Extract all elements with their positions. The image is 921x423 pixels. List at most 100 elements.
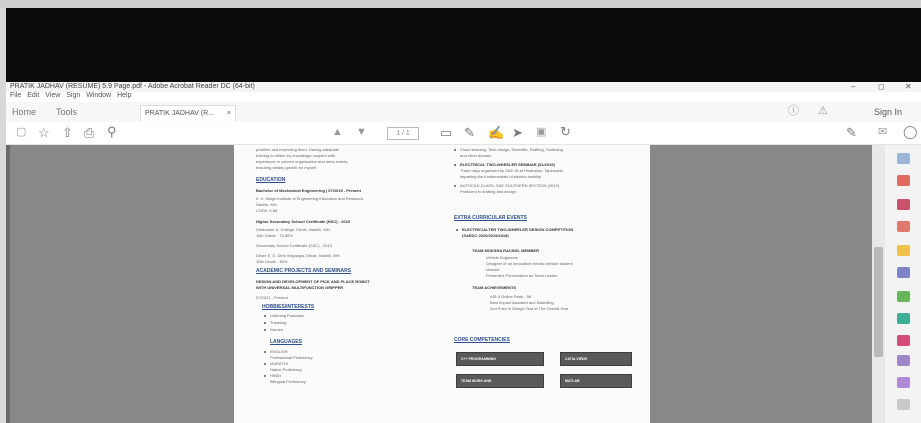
organize-pages-icon[interactable] — [897, 267, 910, 278]
email-icon[interactable]: ✉ — [878, 127, 887, 138]
comment-tool-icon[interactable] — [897, 245, 910, 256]
tab-home[interactable]: Home — [12, 107, 36, 117]
team-line: chassis — [486, 267, 500, 272]
right-top-line: and other domain. — [460, 153, 493, 158]
language-name: ENGLISH — [270, 349, 288, 354]
intro-line: training to utilise my knowledge coupled… — [256, 153, 335, 158]
notification-bell-icon[interactable]: ⚠ — [818, 106, 828, 117]
menu-file[interactable]: File — [10, 92, 21, 99]
more-tools-icon[interactable] — [897, 399, 910, 410]
extra-curricular-heading: EXTRA CURRICULAR EVENTS — [454, 215, 527, 221]
menu-bar: File Edit View Sign Window Help — [6, 92, 921, 102]
achievement-line: 2nd Prize in Design Test of The Overall … — [490, 306, 569, 311]
extra-title-line: ELECTRIC/ALTER TWO-WHEELER DESIGN COMPET… — [462, 227, 574, 232]
create-icon[interactable]: ▢ — [16, 127, 26, 138]
college-line: CGPA: 5.88 — [256, 208, 278, 213]
degree-title: Bachelor of Mechanical Engineering | 07/… — [256, 188, 361, 193]
core-competencies-heading: CORE COMPETENCIES — [454, 337, 510, 343]
menu-sign[interactable]: Sign — [66, 92, 80, 99]
help-icon[interactable]: ⓘ — [788, 106, 799, 117]
create-pdf-icon[interactable] — [897, 199, 910, 210]
achievements-title: TEAM ACHIEVEMENTS — [472, 285, 517, 290]
hobbies-heading: HOBBIES/INTERESTS — [262, 304, 315, 310]
close-icon[interactable]: ✕ — [905, 82, 912, 91]
title-bar: PRATIK JADHAV (RESUME) 5.9 Page.pdf - Ad… — [6, 82, 921, 92]
bullet — [456, 229, 458, 231]
rotate-icon[interactable]: ↻ — [560, 125, 571, 138]
electrical-line: Three days organised by SAE-IN at Hindus… — [460, 168, 564, 173]
project-line: DESIGN AND DEVELOPMENT OF PICK AND PLACE… — [256, 279, 370, 284]
tab-bar: Home Tools PRATIK JADHAV (R... × ⓘ ⚠ Sig… — [6, 102, 921, 123]
maximize-icon[interactable]: ◻ — [878, 82, 885, 91]
electrical-line: imparting the fundamentals of electric m… — [460, 174, 542, 179]
account-icon[interactable]: ◯ — [903, 125, 918, 138]
scrollbar-thumb[interactable] — [874, 247, 883, 357]
extra-title-line: (SAEDC 2020/2019/2018) — [462, 233, 509, 238]
bullet — [264, 351, 266, 353]
language-name: MARATHI — [270, 361, 288, 366]
fill-sign-tool-icon[interactable] — [897, 335, 910, 346]
menu-view[interactable]: View — [45, 92, 60, 99]
team-title: TEAM MOKSHA RACING, MEMBER — [472, 248, 539, 253]
zoom-tool-icon[interactable] — [897, 153, 910, 164]
compress-pdf-icon[interactable] — [897, 291, 910, 302]
print-icon[interactable]: ⎙ — [84, 126, 94, 139]
hsc-title: Higher Secondary School Certificate (HSC… — [256, 219, 351, 224]
send-for-signature-icon[interactable] — [897, 377, 910, 388]
bullet — [264, 375, 266, 377]
menu-help[interactable]: Help — [117, 92, 131, 99]
bookmark-star-icon[interactable]: ☆ — [38, 126, 50, 139]
skill-box: MATLAB — [560, 374, 632, 388]
document-viewport[interactable]: problem and improving them. Having adequ… — [6, 145, 872, 423]
projects-heading: ACADEMIC PROJECTS AND SEMINARS — [256, 268, 352, 274]
bullet — [264, 329, 266, 331]
language-level: Native Proficiency — [270, 367, 303, 372]
college-line: Nashik, MH — [256, 202, 277, 207]
language-name: HINDI — [270, 373, 281, 378]
protect-icon[interactable] — [897, 355, 910, 366]
team-line: Presented Presentation as Team Leader — [486, 273, 558, 278]
intro-line: problem and improving them. Having adequ… — [256, 147, 340, 152]
share-icon[interactable]: ✎ — [846, 126, 857, 139]
ssc-line: 10th Grade - 83% — [256, 259, 288, 264]
skill-box: CATIA V5R20 — [560, 352, 632, 366]
project-date: 07/2021 - Present — [256, 295, 288, 300]
right-tools-rail — [885, 145, 921, 423]
tab-document[interactable]: PRATIK JADHAV (R... × — [140, 105, 236, 121]
intro-line: ensuring steady growth for myself. — [256, 165, 317, 170]
tab-tools[interactable]: Tools — [56, 107, 77, 117]
intro-line: experience in concert organisation and m… — [256, 159, 349, 164]
next-page-icon[interactable]: ▼ — [356, 127, 367, 138]
search-icon[interactable]: ⚲ — [107, 125, 117, 138]
export-pdf-icon[interactable] — [897, 175, 910, 186]
hobby-item: Traveling — [270, 320, 287, 325]
edit-pdf-icon[interactable] — [897, 221, 910, 232]
highlight-pen-icon[interactable]: ✎ — [464, 126, 475, 139]
bullet — [454, 185, 456, 187]
ssc-line: Secondary School Certificate (SSC) - 201… — [256, 243, 333, 248]
comment-icon[interactable]: ▭ — [440, 126, 452, 139]
menu-window[interactable]: Window — [86, 92, 111, 99]
menu-edit[interactable]: Edit — [27, 92, 39, 99]
minimize-icon[interactable]: – — [851, 82, 855, 91]
hobby-item: Listening Podcasts — [270, 313, 304, 318]
tab-document-label: PRATIK JADHAV (R... — [145, 110, 214, 117]
toolbar: ▢ ☆ ⇧ ⎙ ⚲ ▲ ▼ 1 / 1 ▭ ✎ ✍ ➤ ▣ ↻ ✎ ✉ ◯ — [6, 122, 921, 145]
draw-icon[interactable]: ✍ — [488, 126, 504, 139]
team-line: Vehicle Engineers — [486, 255, 519, 260]
sign-in-link[interactable]: Sign In — [874, 107, 902, 117]
scan-ocr-icon[interactable] — [897, 313, 910, 324]
screen-black-area — [6, 8, 921, 82]
page-indicator[interactable]: 1 / 1 — [387, 127, 419, 140]
language-level: Bilingual Proficiency — [270, 379, 306, 384]
ssc-line: Dhule E. E. Girls Vidyalaya, Dhule, Nash… — [256, 253, 340, 258]
right-top-line: Cloud learning, Tech design, Scientific,… — [460, 147, 563, 152]
fill-sign-icon[interactable]: ➤ — [512, 126, 523, 139]
tab-close-icon[interactable]: × — [227, 106, 231, 122]
upload-icon[interactable]: ⇧ — [62, 126, 73, 139]
languages-heading: LANGUAGES — [270, 339, 302, 345]
stamp-icon[interactable]: ▣ — [536, 127, 546, 138]
team-line: Designer of an innovative electric vehic… — [486, 261, 573, 266]
previous-page-icon[interactable]: ▲ — [332, 127, 343, 138]
bullet — [264, 322, 266, 324]
